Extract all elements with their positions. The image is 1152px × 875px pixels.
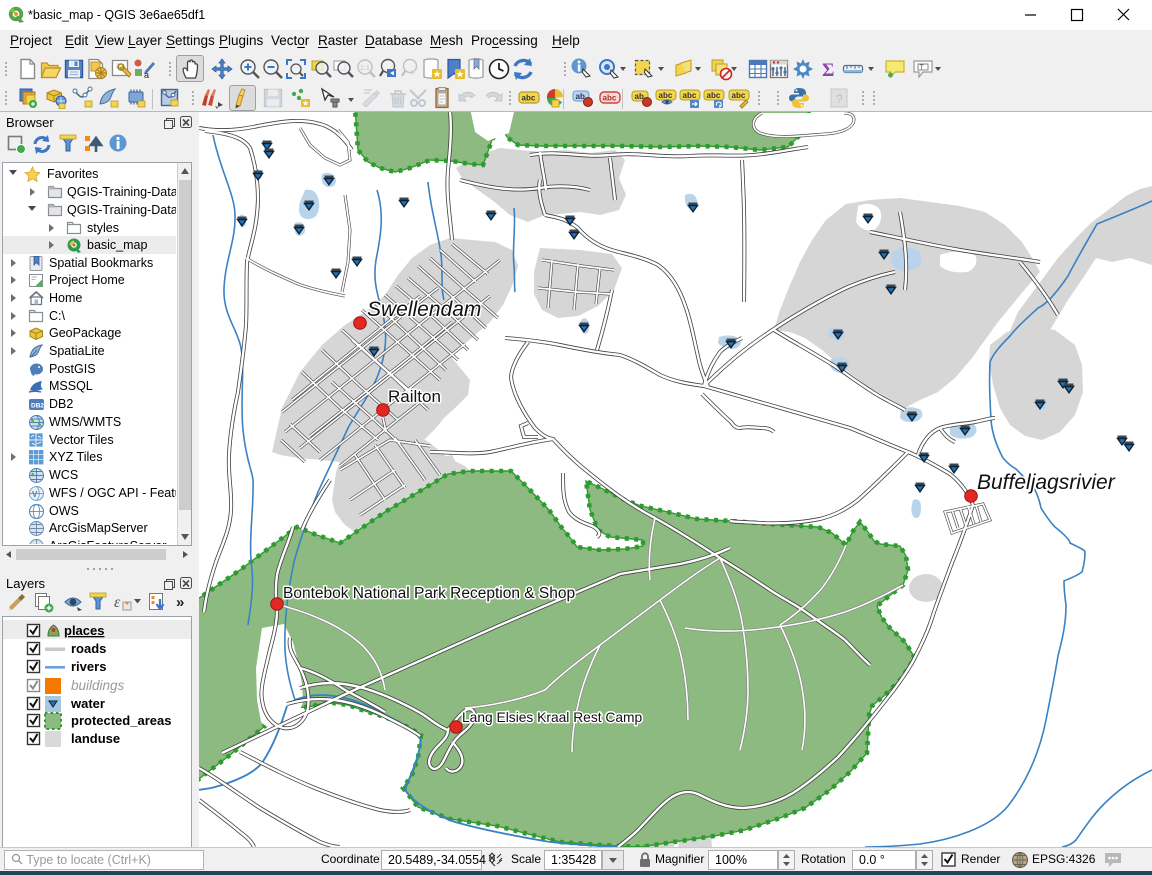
svg-text:roads: roads [71, 641, 106, 656]
svg-text:V: V [32, 490, 38, 499]
svg-text:a: a [144, 70, 149, 80]
svg-text:Buffeljagsrivier: Buffeljagsrivier [977, 471, 1116, 494]
svg-text:abc: abc [683, 91, 697, 100]
svg-text:abc: abc [522, 94, 536, 103]
svg-text:landuse: landuse [71, 731, 120, 746]
svg-text:1:1: 1:1 [360, 65, 370, 72]
svg-text:abc: abc [603, 94, 617, 103]
svg-text:T: T [920, 65, 925, 72]
svg-text:abc: abc [659, 91, 673, 100]
svg-text:Lang Elsies Kraal Rest Camp: Lang Elsies Kraal Rest Camp [462, 710, 643, 725]
svg-text:ε: ε [114, 594, 121, 611]
svg-text:Swellendam: Swellendam [367, 298, 481, 321]
svg-text:abc: abc [732, 91, 746, 100]
svg-text:Railton: Railton [388, 387, 441, 406]
svg-text:ab: ab [635, 92, 644, 101]
svg-text:water: water [70, 696, 105, 711]
svg-text:places: places [64, 623, 104, 638]
svg-text:abc: abc [707, 91, 721, 100]
svg-text:Σ: Σ [822, 60, 834, 81]
svg-text:»: » [176, 594, 184, 611]
svg-text:ab: ab [576, 92, 585, 101]
svg-text:Bontebok National Park Recepti: Bontebok National Park Reception & Shop [283, 585, 575, 602]
svg-text:buildings: buildings [71, 678, 125, 693]
svg-text:protected_areas: protected_areas [71, 713, 171, 728]
svg-text:rivers: rivers [71, 659, 106, 674]
svg-text:DB2: DB2 [31, 403, 44, 410]
svg-text:?: ? [836, 92, 843, 106]
